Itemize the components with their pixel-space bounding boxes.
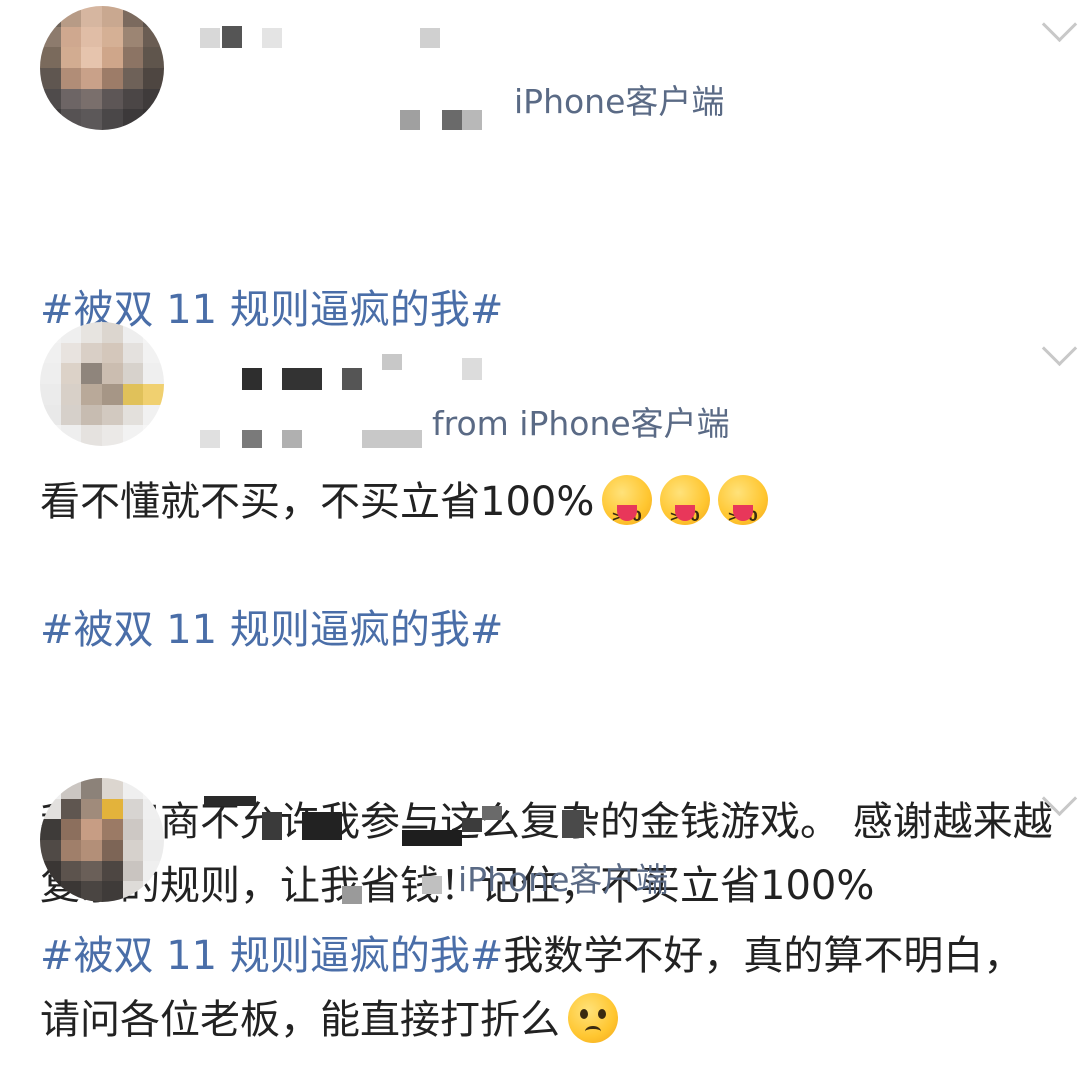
weibo-post-3: iPhone客户端 #被双 11 规则逼疯的我#我数学不好，真的算不明白，请问各…: [0, 770, 1080, 1070]
hashtag-link[interactable]: #被双 11 规则逼疯的我#: [40, 933, 503, 979]
avatar[interactable]: [40, 322, 164, 446]
sad-emoji: [568, 993, 618, 1043]
weibo-post-1: iPhone客户端 #被双 11 规则逼疯的我# 看不懂就不买，不买立省100%: [0, 0, 1080, 549]
post-source: iPhone客户端: [458, 860, 669, 899]
post-source: from iPhone客户端: [432, 404, 730, 443]
username-blurred[interactable]: [200, 24, 460, 60]
hashtag-link[interactable]: #被双 11 规则逼疯的我#: [40, 607, 503, 653]
chevron-down-icon[interactable]: [1041, 6, 1078, 43]
post-meta-blurred: [200, 430, 440, 466]
post-source: iPhone客户端: [514, 82, 725, 121]
avatar[interactable]: [40, 6, 164, 130]
post-meta-blurred: [200, 104, 500, 140]
post-meta-blurred: [200, 876, 442, 922]
avatar[interactable]: [40, 778, 164, 902]
weibo-post-2: from iPhone客户端 #被双 11 规则逼疯的我# 我的智商不允许我参与…: [0, 318, 1080, 909]
chevron-down-icon[interactable]: [1041, 330, 1078, 367]
username-blurred[interactable]: [200, 354, 500, 396]
chevron-down-icon[interactable]: [1041, 780, 1078, 817]
username-blurred[interactable]: [200, 796, 620, 846]
post-text: #被双 11 规则逼疯的我#我数学不好，真的算不明白，请问各位老板，能直接打折么: [40, 924, 1030, 1052]
